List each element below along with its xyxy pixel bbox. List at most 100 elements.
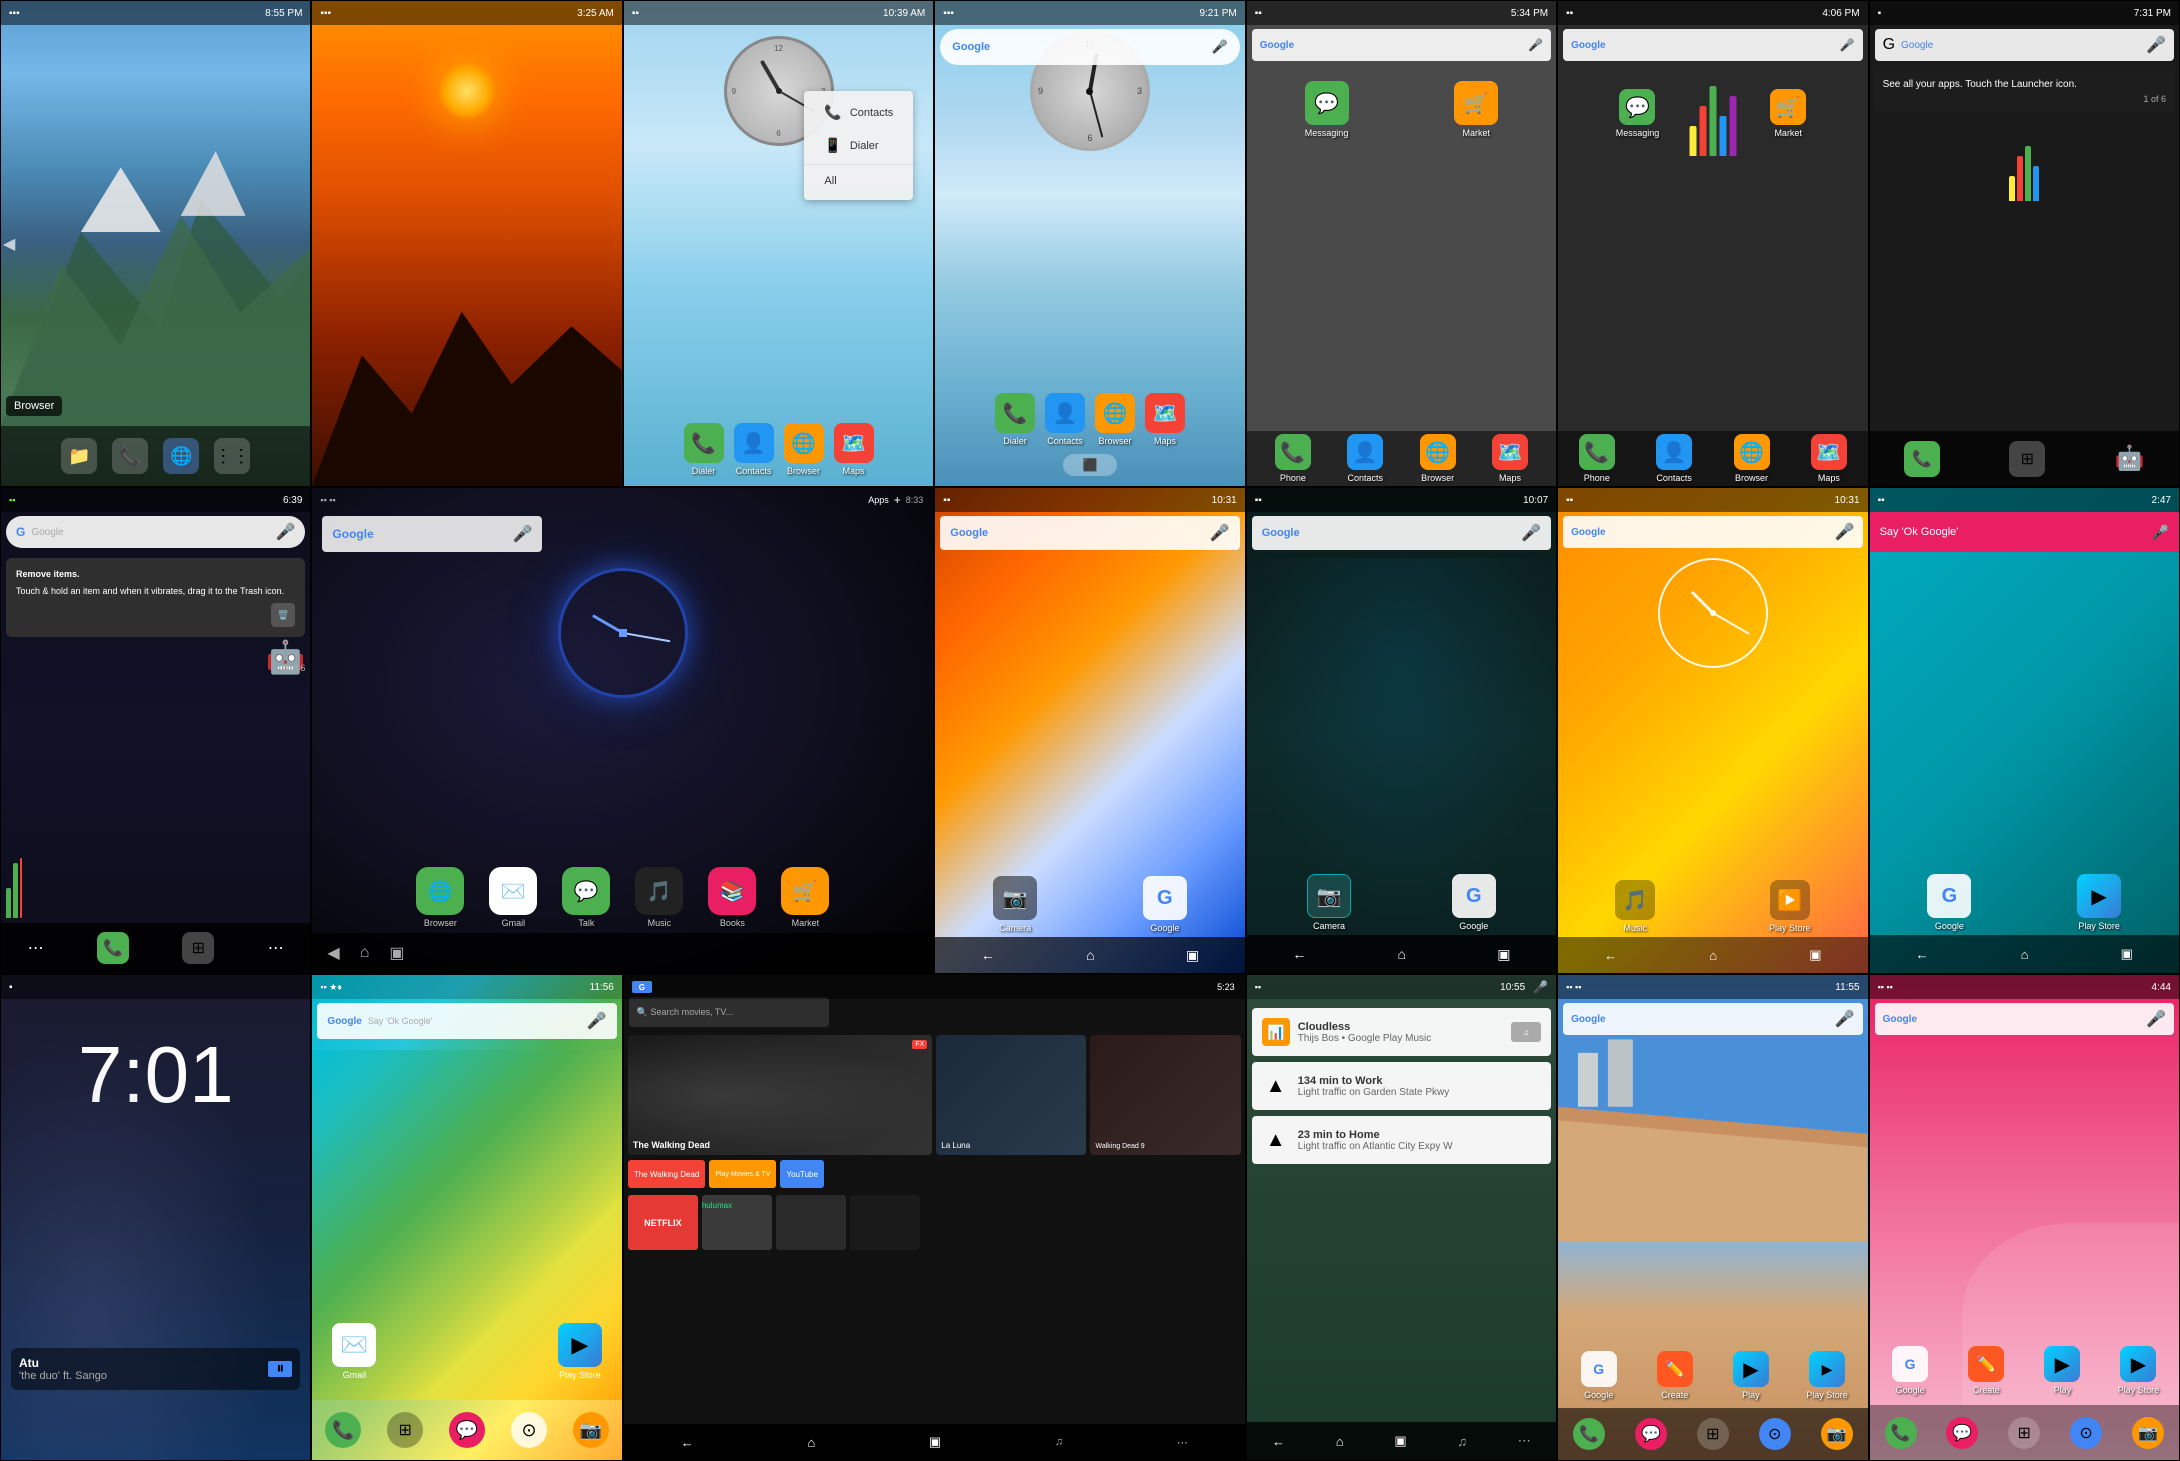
- dock-maps-r1c5[interactable]: 🗺️ Maps: [1492, 434, 1528, 483]
- search-bar-r2c6[interactable]: Google 🎤: [1563, 516, 1862, 548]
- msg-dock-r3c6[interactable]: 💬: [1635, 1418, 1667, 1450]
- la-luna-thumb[interactable]: La Luna: [936, 1035, 1086, 1155]
- app-market-r1c5[interactable]: 🛒 Market: [1406, 81, 1546, 138]
- play-movies-cat[interactable]: Play Movies & TV: [709, 1160, 776, 1188]
- apps-plus-icon[interactable]: +: [894, 493, 901, 507]
- recent-btn-r2c6[interactable]: ▣: [1809, 947, 1821, 963]
- search-bar-r3c2[interactable]: Google Say 'Ok Google' 🎤: [317, 1003, 616, 1039]
- phone-nav-r2c1[interactable]: 📞: [97, 932, 129, 964]
- mic-icon-r1c4[interactable]: 🎤: [1212, 39, 1228, 55]
- cam-dock-r3c2[interactable]: 📷: [573, 1412, 609, 1448]
- pause-btn[interactable]: ⏸: [268, 1361, 292, 1377]
- app-browser-r1c4[interactable]: 🌐 Browser: [1095, 393, 1135, 446]
- phone-dock-r3c6[interactable]: 📞: [1573, 1418, 1605, 1450]
- mic-icon-r1c5[interactable]: 🎤: [1528, 38, 1543, 52]
- app-contacts-r1c4[interactable]: 👤 Contacts: [1045, 393, 1085, 446]
- mic-icon-r2c4[interactable]: 🎤: [1210, 523, 1230, 543]
- app-google-r3c6[interactable]: G Google: [1563, 1351, 1634, 1400]
- search-bar-r3c34[interactable]: 🔍 Search movies, TV...: [629, 997, 829, 1027]
- chrome-dock-r3c7[interactable]: ⊙: [2070, 1417, 2102, 1449]
- nav-prev-r2c1[interactable]: ⋯: [28, 938, 44, 958]
- home-nav-card[interactable]: ▲ 23 min to Home Light traffic on Atlant…: [1252, 1116, 1551, 1164]
- dock-maps-r1c6[interactable]: 🗺️ Maps: [1811, 434, 1847, 483]
- app-google-r2c4[interactable]: G Google: [1143, 876, 1187, 933]
- more-btn-r3c5[interactable]: ⋯: [1518, 1433, 1531, 1449]
- app-books-tablet[interactable]: 📚 Books: [708, 867, 756, 928]
- hulu-thumb[interactable]: hulumax: [702, 1195, 772, 1250]
- app-messaging-r1c5[interactable]: 💬 Messaging: [1257, 81, 1397, 138]
- dock-folder-icon[interactable]: 📁: [61, 438, 97, 474]
- dock-phone-r1c5[interactable]: 📞 Phone: [1275, 434, 1311, 483]
- search-bar-r1c4[interactable]: Google 🎤: [940, 29, 1239, 65]
- back-btn-r2c5[interactable]: ←: [1292, 946, 1306, 962]
- app-play-r3c7[interactable]: ▶ Play: [2027, 1346, 2098, 1395]
- mic-icon-r3c5[interactable]: 🎤: [1533, 980, 1548, 994]
- back-icon-tablet[interactable]: ◀: [327, 943, 339, 963]
- music-nav-r3c34[interactable]: ♫: [1055, 1436, 1063, 1448]
- back-btn-r2c6[interactable]: ←: [1604, 948, 1617, 963]
- back-btn-r3c5[interactable]: ←: [1272, 1434, 1285, 1449]
- mic-icon-r1c7[interactable]: 🎤: [2146, 35, 2166, 55]
- dock-contacts-r1c6[interactable]: 👤 Contacts: [1656, 434, 1692, 483]
- search-bar-r2c1[interactable]: G Google 🎤: [6, 516, 305, 548]
- back-btn-r2c7[interactable]: ←: [1916, 947, 1929, 962]
- mic-icon-r2c1[interactable]: 🎤: [276, 522, 296, 542]
- nav-next-r2c1[interactable]: ⋯: [268, 938, 284, 958]
- app-playstore-r3c6[interactable]: ▶ Play Store: [1791, 1351, 1862, 1400]
- search-bar-r3c6[interactable]: Google 🎤: [1563, 1003, 1862, 1035]
- walking-dead-9-thumb[interactable]: Walking Dead 9: [1090, 1035, 1240, 1155]
- app-maps-r1c3[interactable]: 🗺️ Maps: [834, 423, 874, 476]
- app-playstore-r3c2[interactable]: ▶ Play Store: [558, 1323, 602, 1380]
- recent-btn-r2c4[interactable]: ▣: [1186, 947, 1199, 964]
- walking-dead-featured[interactable]: The Walking Dead FX: [628, 1035, 932, 1155]
- music-btn-r3c5[interactable]: ♫: [1457, 1434, 1467, 1449]
- home-btn-r2c7[interactable]: ⌂: [2021, 947, 2029, 962]
- mic-icon-tablet[interactable]: 🎤: [513, 524, 533, 544]
- app-create-r3c6[interactable]: ✏️ Create: [1639, 1351, 1710, 1400]
- phone-dock-r3c2[interactable]: 📞: [325, 1412, 361, 1448]
- mic-icon-r2c6[interactable]: 🎤: [1835, 522, 1855, 542]
- app-camera-r2c5[interactable]: 📷 Camera: [1307, 874, 1351, 931]
- search-bar-tablet[interactable]: Google 🎤: [322, 516, 542, 552]
- recent-btn-r3c34[interactable]: ▣: [929, 1434, 941, 1450]
- chrome-dock-r3c6[interactable]: ⊙: [1759, 1418, 1791, 1450]
- search-bar-r2c5[interactable]: Google 🎤: [1252, 516, 1551, 550]
- app-contacts-r1c3[interactable]: 👤 Contacts: [734, 423, 774, 476]
- apps-dock-r3c7[interactable]: ⊞: [2008, 1417, 2040, 1449]
- app-drawer-icon-r1c7[interactable]: ⊞: [2009, 441, 2045, 477]
- work-nav-card[interactable]: ▲ 134 min to Work Light traffic on Garde…: [1252, 1062, 1551, 1110]
- cam-dock-r3c6[interactable]: 📷: [1821, 1418, 1853, 1450]
- home-btn-r2c6[interactable]: ⌂: [1709, 948, 1717, 963]
- walking-dead-cat[interactable]: The Walking Dead: [628, 1160, 706, 1188]
- mic-icon-r3c6[interactable]: 🎤: [1835, 1009, 1855, 1029]
- back-btn-r2c4[interactable]: ←: [981, 947, 995, 963]
- recent-icon-tablet[interactable]: ▣: [389, 943, 404, 963]
- app-market-tablet[interactable]: 🛒 Market: [781, 867, 829, 928]
- mic-icon-r2c5[interactable]: 🎤: [1521, 523, 1541, 543]
- youtube-cat[interactable]: YouTube: [780, 1160, 823, 1188]
- app-play-r3c6[interactable]: ▶ Play: [1715, 1351, 1786, 1400]
- recent-btn-r3c5[interactable]: ▣: [1394, 1433, 1406, 1449]
- search-bar-r1c7[interactable]: G Google 🎤: [1875, 29, 2174, 61]
- music-now-card[interactable]: 📊 Cloudless Thijs Bos • Google Play Musi…: [1252, 1008, 1551, 1056]
- back-btn-r3c34[interactable]: ←: [681, 1435, 694, 1450]
- app-maps-r1c4[interactable]: 🗺️ Maps: [1145, 393, 1185, 446]
- app-play-r2c7[interactable]: ▶ Play Store: [2077, 874, 2121, 931]
- app-create-r3c7[interactable]: ✏️ Create: [1951, 1346, 2022, 1395]
- app-google-r2c5[interactable]: G Google: [1452, 874, 1496, 931]
- left-arrow[interactable]: ◀: [3, 234, 15, 254]
- mic-icon-r3c7[interactable]: 🎤: [2146, 1009, 2166, 1029]
- app-play-r2c6[interactable]: ▶️ Play Store: [1769, 880, 1811, 933]
- cam-dock-r3c7[interactable]: 📷: [2132, 1417, 2164, 1449]
- app-dialer-r1c3[interactable]: 📞 Dialer: [684, 423, 724, 476]
- thumb4[interactable]: [850, 1195, 920, 1250]
- app-gmail-r3c2[interactable]: ✉️ Gmail: [332, 1323, 376, 1380]
- mic-icon-r2c7[interactable]: 🎤: [2152, 524, 2169, 541]
- search-bar-r3c7[interactable]: Google 🎤: [1875, 1003, 2174, 1035]
- app-gmail-tablet[interactable]: ✉️ Gmail: [489, 867, 537, 928]
- apps-nav-r2c1[interactable]: ⊞: [182, 932, 214, 964]
- apps-dock-r3c6[interactable]: ⊞: [1697, 1418, 1729, 1450]
- search-bar-r1c5[interactable]: Google 🎤: [1252, 29, 1551, 61]
- apps-dock-r3c2[interactable]: ⊞: [387, 1412, 423, 1448]
- dock-phone-r1c6[interactable]: 📞 Phone: [1579, 434, 1615, 483]
